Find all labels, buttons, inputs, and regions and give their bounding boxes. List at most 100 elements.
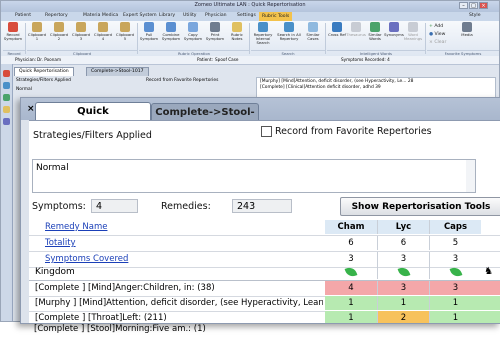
remedy-column-cham[interactable]: Cham — [325, 220, 377, 234]
media-button[interactable]: Media — [457, 22, 477, 37]
repertory-internal-search-button[interactable]: Repertory Internal Search — [251, 22, 275, 46]
combine-symptom-button[interactable]: Combine Symptom — [161, 22, 181, 41]
show-repertorisation-tools-button[interactable]: Show Repertorisation Tools — [340, 197, 500, 216]
clipboard-icon — [76, 22, 86, 32]
sidebar-icon[interactable] — [3, 70, 10, 77]
meanings-icon — [408, 22, 418, 32]
covered-caps: 3 — [429, 252, 481, 266]
synonyms-button[interactable]: Synonyms — [384, 22, 404, 37]
similar-words-button[interactable]: Similar Words — [365, 22, 385, 41]
thesaurus-button[interactable]: Thesaurus — [346, 22, 366, 37]
tab-complete-stool[interactable]: Complete->Stool-1017 — [151, 103, 259, 135]
bg-strategies-label: Strategies/Filters Applied — [16, 78, 71, 83]
clear-icon: × — [429, 40, 433, 45]
record-favorite-checkbox[interactable] — [261, 126, 272, 137]
similar-cases-button[interactable]: Similar Cases — [303, 22, 323, 41]
window-title: Zomeo Ultimate LAN : Quick Repertorisati… — [194, 2, 306, 8]
remedy-column-caps[interactable]: Caps — [429, 220, 481, 234]
strategies-label: Strategies/Filters Applied — [33, 130, 152, 141]
sidebar-icon[interactable] — [3, 106, 10, 113]
patient-label: Patient: — [197, 57, 213, 62]
record-symptom-button[interactable]: Record Symptom — [3, 22, 23, 41]
rubric-label[interactable]: [Complete ] [Stool]Morning:Five am.: (1) — [34, 322, 322, 336]
clipboard-2-button[interactable]: Clipboard 2 — [49, 22, 69, 41]
search-all-repertory-button[interactable]: Search in All Repertory — [277, 22, 301, 41]
sidebar-icon[interactable] — [3, 82, 10, 89]
word-meanings-button[interactable]: Word Meanings — [403, 22, 423, 41]
covered-cham: 3 — [348, 254, 354, 264]
covered-lyc: 3 — [377, 252, 429, 266]
bg-tab-complete[interactable]: Complete->Stool-1017 — [86, 67, 149, 76]
combine-icon — [166, 22, 176, 32]
bg-record-label: Record from Favorite Repertories — [146, 78, 219, 83]
clipboard-icon — [98, 22, 108, 32]
search-icon — [258, 22, 268, 32]
pull-symptom-button[interactable]: Pull Symptom — [139, 22, 159, 41]
clipboard-1-button[interactable]: Clipboard 1 — [27, 22, 47, 41]
bg-tab-quick[interactable]: Quick Repertorisation — [14, 67, 74, 76]
menu-patient[interactable]: Patient — [15, 13, 31, 18]
results-grid: Remedy Name Cham Lyc Caps Totality 6 6 5… — [29, 220, 500, 323]
grade-cell[interactable]: 1 — [429, 296, 481, 310]
menu-utility[interactable]: Utility — [183, 13, 197, 18]
grade-cell[interactable]: 1 — [377, 296, 429, 310]
tab-quick-repertorisation[interactable]: Quick Repertorisation — [35, 102, 151, 134]
minimize-button[interactable]: – — [459, 2, 468, 9]
cross-ref-button[interactable]: Cross Ref — [327, 22, 347, 37]
grade-cell[interactable]: 3 — [429, 281, 481, 295]
grade-cell-overflow — [481, 296, 500, 310]
fav-view-button[interactable]: ● View — [429, 32, 445, 37]
copy-symptom-button[interactable]: Copy Symptom — [183, 22, 203, 41]
pull-icon — [144, 22, 154, 32]
clipboard-4-button[interactable]: Clipboard 4 — [93, 22, 113, 41]
ribbon-separator — [425, 23, 426, 54]
bg-symptom-line: [Complete] [Clinical]Attention deficit d… — [260, 85, 381, 90]
menu-expert-system[interactable]: Expert System — [123, 13, 157, 18]
panel-tabstrip: Quick Repertorisation × Complete->Stool-… — [21, 98, 500, 135]
menu-repertory[interactable]: Repertory — [45, 13, 68, 18]
ribbon-separator — [249, 23, 250, 54]
patient-name: Spoof Case — [215, 57, 239, 62]
grade-cell[interactable]: 3 — [377, 281, 429, 295]
remedies-label: Remedies: — [161, 201, 211, 212]
sidebar-icon[interactable] — [3, 118, 10, 125]
menu-physician[interactable]: Physician — [205, 13, 227, 18]
menu-library[interactable]: Library — [159, 13, 175, 18]
menu-rubric-tools[interactable]: Rubric Tools — [259, 12, 293, 21]
rubric-label[interactable]: [Murphy ] [Mind]Attention, deficit disor… — [35, 296, 323, 310]
kingdom-cham — [325, 265, 377, 279]
sidebar-icon[interactable] — [3, 94, 10, 101]
record-icon — [8, 22, 18, 32]
print-symptom-button[interactable]: Print Symptom — [205, 22, 225, 41]
close-tab-icon[interactable]: × — [27, 104, 35, 114]
plant-leaf-icon — [397, 265, 410, 279]
grade-cell[interactable]: 4 — [325, 281, 377, 295]
style-menu[interactable]: Style — [469, 13, 481, 18]
grade-cell[interactable]: 1 — [325, 296, 377, 310]
fav-clear-button[interactable]: × Clear — [429, 40, 446, 45]
rubric-notes-button[interactable]: Rubric Notes — [227, 22, 247, 41]
cross-ref-icon — [332, 22, 342, 32]
clipboard-5-button[interactable]: Clipboard 5 — [115, 22, 135, 41]
kingdom-lyc — [377, 265, 429, 279]
menu-settings[interactable]: Settings — [237, 13, 256, 18]
strategies-textbox[interactable]: Normal — [32, 159, 468, 193]
menu-materia-medica[interactable]: Materia Medica — [83, 13, 118, 18]
remedy-name-header[interactable]: Remedy Name — [45, 220, 265, 234]
background-tabstrip: Quick Repertorisation Complete->Stool-10… — [14, 67, 484, 76]
clipboard-3-button[interactable]: Clipboard 3 — [71, 22, 91, 41]
ribbon-toolbar: Record Symptom Clipboard 1 Clipboard 2 C… — [1, 21, 499, 57]
maximize-button[interactable]: □ — [469, 2, 478, 9]
rubric-label[interactable]: [Complete ] [Mind]Anger:Children, in: (3… — [35, 281, 323, 295]
close-button[interactable]: × — [479, 2, 488, 9]
fav-add-button[interactable]: + Add — [429, 24, 443, 29]
remedy-column-lyc[interactable]: Lyc — [377, 220, 429, 234]
rubric-row[interactable]: [Complete ] [Stool]Morning:Five am.: (1) — [20, 322, 500, 336]
strategies-scrollbar[interactable] — [466, 159, 476, 193]
totality-header[interactable]: Totality — [45, 236, 265, 250]
left-toolbar — [1, 64, 13, 321]
symptoms-covered-header[interactable]: Symptoms Covered — [45, 252, 265, 266]
ribbon-separator — [25, 23, 26, 54]
clipboard-icon — [120, 22, 130, 32]
kingdom-label: Kingdom — [35, 267, 75, 277]
